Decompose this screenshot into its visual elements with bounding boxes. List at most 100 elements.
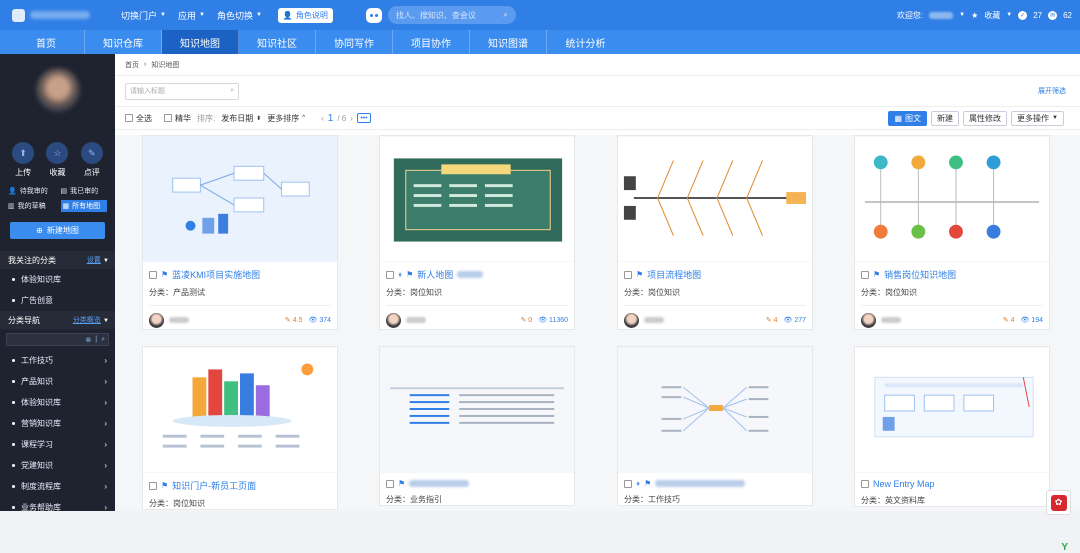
caret-down-icon[interactable]: ▼ xyxy=(1006,12,1012,18)
map-thumbnail[interactable] xyxy=(855,136,1049,262)
upload-button[interactable]: ⬆ 上传 xyxy=(12,142,35,178)
title-search-input[interactable]: 请输入标题 ⌕ xyxy=(125,82,239,100)
category-search-input[interactable]: ⊗ | ⌕ xyxy=(6,333,109,346)
floating-help-badge[interactable]: ✿ xyxy=(1046,490,1071,515)
checkbox[interactable] xyxy=(624,479,632,488)
sidebar-item-category[interactable]: 工作技巧 › xyxy=(0,350,115,371)
new-map-button[interactable]: ⊕ 新建地图 xyxy=(10,222,105,239)
tab-knowledge-graph[interactable]: 知识图谱 xyxy=(470,30,547,54)
tab-knowledge-map[interactable]: 知识地图 xyxy=(162,30,239,54)
expand-filter-link[interactable]: 展开筛选 xyxy=(1038,86,1066,96)
search-icon[interactable]: ⌕ xyxy=(101,336,105,344)
checkbox[interactable] xyxy=(861,480,869,488)
link-my-drafts[interactable]: ▥ 我的草稿 xyxy=(8,200,55,212)
sidebar-item-category[interactable]: 体验知识库 › xyxy=(0,392,115,413)
featured-checkbox[interactable]: 精华 xyxy=(164,113,191,124)
breadcrumb-home[interactable]: 首页 xyxy=(125,60,139,70)
menu-switch-portal[interactable]: 切换门户 ▼ xyxy=(116,0,171,30)
checkbox[interactable] xyxy=(149,481,157,490)
tab-collab-writing[interactable]: 协同写作 xyxy=(316,30,393,54)
map-thumbnail[interactable] xyxy=(143,347,337,473)
sidebar-item-category[interactable]: 营销知识库 › xyxy=(0,413,115,434)
card-title-blurred[interactable] xyxy=(655,480,746,487)
select-all-checkbox[interactable]: 全选 xyxy=(125,113,152,124)
map-thumbnail[interactable] xyxy=(380,136,574,262)
caret-down-icon[interactable]: ▼ xyxy=(959,12,965,18)
chevron-down-icon[interactable]: ▼ xyxy=(103,318,109,324)
avatar[interactable] xyxy=(861,312,876,328)
card-title-blurred[interactable] xyxy=(409,480,470,487)
y-logo-icon[interactable]: Y xyxy=(1061,542,1068,553)
avatar[interactable] xyxy=(386,312,401,328)
next-page-icon[interactable]: › xyxy=(350,114,353,123)
robot-assistant-icon[interactable] xyxy=(365,7,382,23)
map-thumbnail[interactable] xyxy=(855,347,1049,473)
checkbox[interactable] xyxy=(149,270,157,279)
checkbox[interactable] xyxy=(386,479,394,488)
page-jump-button[interactable]: ••• xyxy=(356,113,371,123)
role-explain-badge[interactable]: 👤 角色说明 xyxy=(277,7,333,23)
map-card[interactable]: ♦ ⚑ 分类：工作技巧 xyxy=(617,346,813,506)
menu-apps[interactable]: 应用 ▼ xyxy=(173,0,210,30)
tab-project-collab[interactable]: 项目协作 xyxy=(393,30,470,54)
favorites-menu[interactable]: 收藏 xyxy=(984,10,1000,21)
map-card[interactable]: ⚑ 分类：业务指引 xyxy=(379,346,575,506)
edit-props-button[interactable]: 属性修改 xyxy=(963,110,1008,126)
tab-home[interactable]: 首页 xyxy=(8,30,85,54)
sidebar-item-category[interactable]: 党建知识 › xyxy=(0,455,115,476)
link-reviewed[interactable]: ▤ 我已审的 xyxy=(61,186,108,196)
card-title[interactable]: 蓝凌KMI项目实施地图 xyxy=(172,268,260,281)
checkbox[interactable] xyxy=(125,114,133,122)
sort-by-date[interactable]: 发布日期 ⬍ xyxy=(221,113,261,124)
card-title[interactable]: 销售岗位知识地图 xyxy=(884,268,956,281)
view-mode-grid-button[interactable]: ▦ 图文 xyxy=(888,110,928,126)
map-card[interactable]: ♦ ⚑ 新人地图 分类：岗位知识 ✎ 0 👁 11360 xyxy=(379,135,575,330)
map-card[interactable]: ⚑ 蓝凌KMI项目实施地图 分类：产品测试 ✎ 4.5 👁 374 xyxy=(142,135,338,330)
global-search-input[interactable]: 找人、搜知识、查会议 ⌕ xyxy=(387,6,516,24)
sidebar-item-category[interactable]: 制度流程库 › xyxy=(0,476,115,497)
message-count[interactable]: 62 xyxy=(1063,11,1072,20)
clear-icon[interactable]: ⊗ xyxy=(85,336,91,344)
checkbox[interactable] xyxy=(386,270,394,279)
search-icon[interactable]: ⌕ xyxy=(503,10,507,20)
map-card[interactable]: New Entry Map 分类：英文资料库 xyxy=(854,346,1050,507)
todo-count[interactable]: 27 xyxy=(1033,11,1042,20)
sidebar-item-category[interactable]: 业务帮助库 › xyxy=(0,497,115,511)
map-thumbnail[interactable] xyxy=(143,136,337,262)
prev-page-icon[interactable]: ‹ xyxy=(321,114,324,123)
sidebar-item-followed[interactable]: 体验知识库 xyxy=(0,269,115,290)
category-overview-link[interactable]: 分类概览 xyxy=(73,317,101,324)
new-button[interactable]: 新建 xyxy=(931,110,960,126)
map-thumbnail[interactable] xyxy=(380,347,574,473)
card-title[interactable]: 新人地图 xyxy=(417,268,453,281)
favorite-button[interactable]: ☆ 收藏 xyxy=(46,142,69,178)
review-button[interactable]: ✎ 点评 xyxy=(80,142,103,178)
search-icon[interactable]: ⌕ xyxy=(230,87,234,95)
link-all-maps[interactable]: ▦ 所有地图 xyxy=(60,200,107,212)
link-pending-review[interactable]: 👤 待我审的 xyxy=(8,186,55,196)
tab-community[interactable]: 知识社区 xyxy=(239,30,316,54)
more-sort-dropdown[interactable]: 更多排序 ^ xyxy=(267,113,305,124)
more-actions-dropdown[interactable]: 更多操作 ▼ xyxy=(1011,110,1064,126)
card-title[interactable]: 知识门户-新员工页面 xyxy=(172,479,256,492)
avatar[interactable] xyxy=(624,312,639,328)
sidebar-item-category[interactable]: 课程学习 › xyxy=(0,434,115,455)
chevron-down-icon[interactable]: ▼ xyxy=(103,258,109,264)
checkbox[interactable] xyxy=(861,270,869,279)
card-title[interactable]: 项目流程地图 xyxy=(647,268,701,281)
checkbox[interactable] xyxy=(164,114,172,122)
menu-role-switch[interactable]: 角色切换 ▼ xyxy=(212,0,267,30)
map-thumbnail[interactable] xyxy=(618,136,812,262)
logo[interactable] xyxy=(0,0,110,30)
map-card[interactable]: ⚑ 销售岗位知识地图 分类：岗位知识 ✎ 4 👁 194 xyxy=(854,135,1050,330)
followed-settings-link[interactable]: 设置 xyxy=(87,257,101,264)
map-card[interactable]: ⚑ 项目流程地图 分类：岗位知识 ✎ 4 👁 277 xyxy=(617,135,813,330)
checkbox[interactable] xyxy=(624,270,632,279)
tab-statistics[interactable]: 统计分析 xyxy=(547,30,624,54)
avatar[interactable] xyxy=(149,312,164,328)
map-thumbnail[interactable] xyxy=(618,347,812,473)
sidebar-item-category[interactable]: 产品知识 › xyxy=(0,371,115,392)
card-title[interactable]: New Entry Map xyxy=(873,479,935,489)
sidebar-item-followed[interactable]: 广告创意 xyxy=(0,290,115,311)
avatar[interactable] xyxy=(35,68,80,112)
